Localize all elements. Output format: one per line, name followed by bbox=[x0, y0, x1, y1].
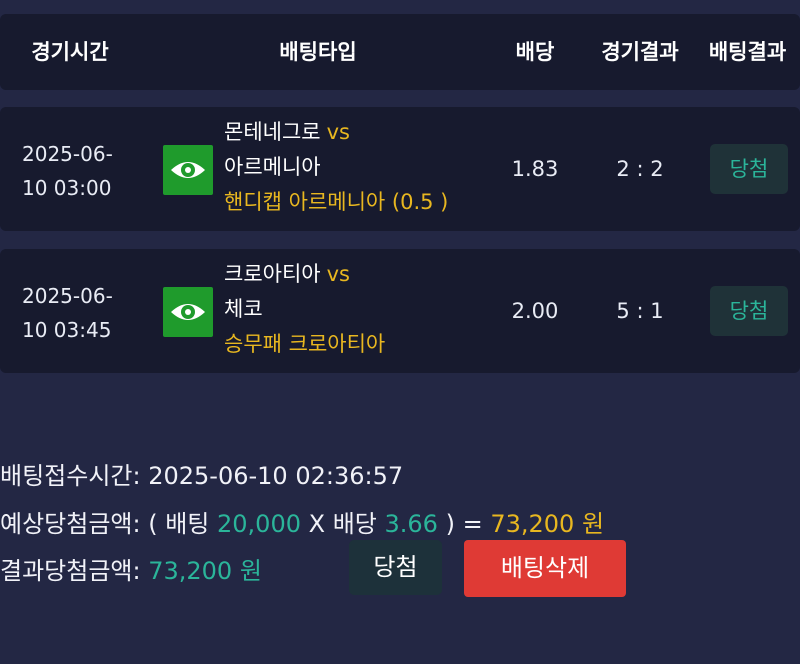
eye-icon bbox=[171, 304, 205, 320]
vs-label: vs bbox=[326, 262, 350, 286]
times-label: X 배당 bbox=[308, 510, 377, 538]
open-paren-label: ( 배팅 bbox=[148, 510, 210, 538]
view-details-button[interactable] bbox=[163, 145, 213, 195]
col-header-odds: 배당 bbox=[515, 40, 555, 64]
game-score: 5 : 1 bbox=[616, 299, 664, 323]
vs-label: vs bbox=[326, 120, 350, 144]
total-odds: 3.66 bbox=[384, 510, 438, 538]
result-label: 결과당첨금액: bbox=[0, 557, 141, 585]
expected-amount: 73,200 원 bbox=[490, 510, 605, 538]
match-info: 몬테네그로 vs 아르메니아 핸디캡 아르메니아 (0.5 ) bbox=[224, 115, 504, 220]
accept-time-label: 배팅접수시간: bbox=[0, 462, 141, 490]
col-header-game-result: 경기결과 bbox=[601, 40, 679, 64]
bet-row: 2025-06- 10 03:00 몬테네그로 vs 아르메니아 핸디캡 아르메니… bbox=[0, 107, 800, 231]
bet-amount: 20,000 bbox=[217, 510, 301, 538]
expected-amount-line: 예상당첨금액: ( 배팅 20,000 X 배당 3.66 ) = 73,200… bbox=[0, 504, 604, 539]
view-details-button[interactable] bbox=[163, 287, 213, 337]
table-header: 경기시간 배팅타입 배당 경기결과 배팅결과 bbox=[0, 14, 800, 90]
match-date: 2025-06- bbox=[22, 142, 113, 166]
bet-pick: 승무패 크로아티아 bbox=[224, 332, 386, 356]
odds-value: 2.00 bbox=[511, 299, 559, 323]
accept-time-line: 배팅접수시간: 2025-06-10 02:36:57 bbox=[0, 456, 403, 491]
away-team: 아르메니아 bbox=[224, 155, 321, 179]
home-team: 몬테네그로 bbox=[224, 120, 321, 144]
match-hour: 10 03:45 bbox=[22, 318, 112, 342]
col-header-bet-type: 배팅타입 bbox=[279, 40, 357, 64]
match-hour: 10 03:00 bbox=[22, 176, 112, 200]
match-time: 2025-06- 10 03:00 bbox=[22, 137, 132, 205]
equals-label: ) = bbox=[445, 510, 483, 538]
expected-label: 예상당첨금액: bbox=[0, 510, 141, 538]
col-header-time: 경기시간 bbox=[31, 40, 109, 64]
win-status-button[interactable]: 당첨 bbox=[349, 540, 442, 595]
bet-result-badge: 당첨 bbox=[710, 286, 788, 336]
game-score: 2 : 2 bbox=[616, 157, 664, 181]
bet-pick: 핸디캡 아르메니아 (0.5 ) bbox=[224, 190, 449, 214]
match-time: 2025-06- 10 03:45 bbox=[22, 279, 132, 347]
bet-row: 2025-06- 10 03:45 크로아티아 vs 체코 승무패 크로아티아 2… bbox=[0, 249, 800, 373]
bet-result-badge: 당첨 bbox=[710, 144, 788, 194]
result-amount-line: 결과당첨금액: 73,200 원 bbox=[0, 551, 262, 586]
col-header-bet-result: 배팅결과 bbox=[708, 40, 787, 64]
accept-time-value: 2025-06-10 02:36:57 bbox=[148, 462, 404, 490]
match-date: 2025-06- bbox=[22, 284, 113, 308]
delete-bet-button[interactable]: 배팅삭제 bbox=[464, 540, 626, 597]
eye-icon bbox=[171, 162, 205, 178]
match-info: 크로아티아 vs 체코 승무패 크로아티아 bbox=[224, 257, 504, 362]
result-amount: 73,200 원 bbox=[148, 557, 262, 585]
away-team: 체코 bbox=[224, 297, 263, 321]
home-team: 크로아티아 bbox=[224, 262, 321, 286]
odds-value: 1.83 bbox=[511, 157, 559, 181]
